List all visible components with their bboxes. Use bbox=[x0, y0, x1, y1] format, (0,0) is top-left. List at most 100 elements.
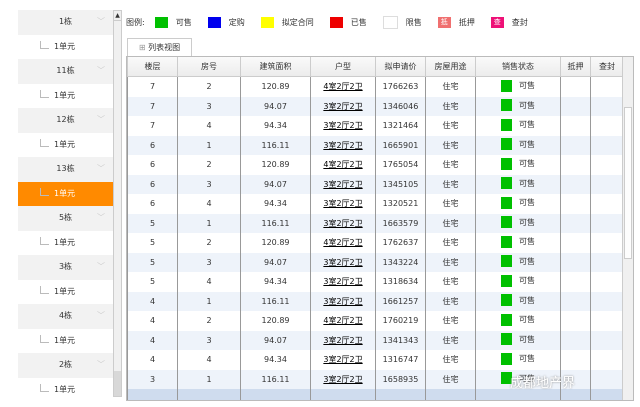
column-header[interactable]: 销售状态 bbox=[475, 57, 561, 77]
cell bbox=[590, 389, 624, 400]
table-row[interactable]: 4 2 120.89 4室2厅2卫 1760219 住宅 可售 bbox=[127, 311, 624, 331]
table-row[interactable]: 5 4 94.34 3室2厅2卫 1318634 住宅 可售 bbox=[127, 272, 624, 292]
layout-link[interactable]: 3室2厅2卫 bbox=[310, 135, 376, 155]
layout-link[interactable]: 3室2厅2卫 bbox=[310, 330, 376, 350]
unit-item[interactable]: 1单元 bbox=[18, 35, 113, 60]
item-label: 13栋 bbox=[56, 164, 75, 173]
column-header[interactable]: 查封 bbox=[590, 57, 624, 77]
column-header[interactable]: 房号 bbox=[177, 57, 241, 77]
table-row[interactable]: 4 3 94.07 3室2厅2卫 1341343 住宅 可售 bbox=[127, 330, 624, 350]
layout-link[interactable]: 3室2厅2卫 bbox=[310, 369, 376, 389]
legend-label: 查封 bbox=[511, 18, 528, 27]
building-item[interactable]: 4栋 ﹀ bbox=[18, 304, 113, 329]
table-row[interactable]: 7 3 94.07 3室2厅2卫 1346046 住宅 可售 bbox=[127, 96, 624, 116]
layout-link[interactable]: 4室2厅2卫 bbox=[310, 311, 376, 331]
cell: 住宅 bbox=[425, 76, 476, 97]
table-row[interactable]: 4 1 116.11 3室2厅2卫 1661257 住宅 可售 bbox=[127, 291, 624, 311]
unit-item[interactable]: 1单元 bbox=[18, 231, 113, 256]
cell: 1316747 bbox=[375, 350, 426, 370]
cell bbox=[425, 389, 476, 400]
cell: 1665901 bbox=[375, 135, 426, 155]
cell bbox=[560, 174, 591, 194]
status-available-icon bbox=[501, 157, 512, 170]
scroll-thumb[interactable] bbox=[624, 107, 632, 259]
table-row[interactable]: 7 4 94.34 3室2厅2卫 1321464 住宅 可售 bbox=[127, 116, 624, 136]
cell: 4 bbox=[177, 116, 241, 136]
item-label: 1栋 bbox=[58, 17, 73, 26]
layout-link[interactable]: 3室2厅2卫 bbox=[310, 116, 376, 136]
table-row[interactable]: 5 2 120.89 4室2厅2卫 1762637 住宅 可售 bbox=[127, 233, 624, 253]
layout-link[interactable]: 3室2厅2卫 bbox=[310, 174, 376, 194]
column-header[interactable]: 户型 bbox=[310, 57, 376, 77]
layout-link[interactable]: 3室2厅2卫 bbox=[310, 252, 376, 272]
layout-link[interactable]: 3室2厅2卫 bbox=[310, 194, 376, 214]
status-cell: 可售 bbox=[475, 272, 561, 292]
status-available-icon bbox=[501, 235, 512, 248]
layout-link[interactable]: 4室2厅2卫 bbox=[310, 76, 376, 97]
chevron-down-icon[interactable]: ﹀ bbox=[97, 59, 105, 84]
chevron-down-icon[interactable]: ﹀ bbox=[97, 108, 105, 133]
layout-link[interactable]: 3室2厅2卫 bbox=[310, 350, 376, 370]
unit-item[interactable]: 1单元 bbox=[18, 181, 113, 206]
building-item[interactable]: 2栋 ﹀ bbox=[18, 353, 113, 378]
chevron-down-icon[interactable]: ﹀ bbox=[97, 353, 105, 378]
table-row[interactable]: 5 3 94.07 3室2厅2卫 1343224 住宅 可售 bbox=[127, 252, 624, 272]
column-header[interactable]: 楼层 bbox=[127, 57, 178, 77]
column-header[interactable]: 建筑面积 bbox=[240, 57, 311, 77]
layout-link[interactable]: 4室2厅2卫 bbox=[310, 155, 376, 175]
layout-link[interactable]: 3室2厅2卫 bbox=[310, 291, 376, 311]
cell: 5 bbox=[127, 272, 178, 292]
table-row[interactable]: 6 4 94.34 3室2厅2卫 1320521 住宅 可售 bbox=[127, 194, 624, 214]
building-item[interactable]: 1栋 ﹀ bbox=[18, 10, 113, 35]
cell: 4 bbox=[127, 311, 178, 331]
building-item[interactable]: 13栋 ﹀ bbox=[18, 157, 113, 182]
chevron-down-icon[interactable]: ﹀ bbox=[97, 304, 105, 329]
unit-item[interactable]: 1单元 bbox=[18, 133, 113, 158]
layout-link[interactable]: 4室2厅2卫 bbox=[310, 233, 376, 253]
chevron-down-icon[interactable]: ﹀ bbox=[97, 255, 105, 280]
cell: 住宅 bbox=[425, 194, 476, 214]
status-available-icon bbox=[501, 274, 512, 287]
table-row[interactable]: 6 1 116.11 3室2厅2卫 1665901 住宅 可售 bbox=[127, 135, 624, 155]
item-label: 1单元 bbox=[54, 335, 76, 345]
column-header[interactable]: 房屋用途 bbox=[425, 57, 476, 77]
building-item[interactable]: 5栋 ﹀ bbox=[18, 206, 113, 231]
column-header[interactable]: 抵押 bbox=[560, 57, 591, 77]
unit-item[interactable]: 1单元 bbox=[18, 280, 113, 305]
table-row[interactable]: 4 4 94.34 3室2厅2卫 1316747 住宅 可售 bbox=[127, 350, 624, 370]
building-item[interactable]: 12栋 ﹀ bbox=[18, 108, 113, 133]
unit-item[interactable]: 1单元 bbox=[18, 84, 113, 109]
table-row[interactable]: 6 3 94.07 3室2厅2卫 1345105 住宅 可售 bbox=[127, 174, 624, 194]
column-header[interactable]: 拟申请价 bbox=[375, 57, 426, 77]
table-row[interactable]: 6 2 120.89 4室2厅2卫 1765054 住宅 可售 bbox=[127, 155, 624, 175]
table-scrollbar[interactable] bbox=[622, 57, 633, 400]
cell: 住宅 bbox=[425, 155, 476, 175]
status-label: 可售 bbox=[519, 256, 535, 266]
cell: 住宅 bbox=[425, 272, 476, 292]
building-item[interactable]: 3栋 ﹀ bbox=[18, 255, 113, 280]
table-row[interactable]: 5 1 116.11 3室2厅2卫 1663579 住宅 可售 bbox=[127, 213, 624, 233]
cell bbox=[240, 389, 311, 400]
unit-item[interactable]: 1单元 bbox=[18, 329, 113, 354]
cell bbox=[560, 213, 591, 233]
unit-item[interactable]: 1单元 bbox=[18, 378, 113, 403]
cell: 94.07 bbox=[240, 252, 311, 272]
layout-link[interactable]: 3室2厅2卫 bbox=[310, 213, 376, 233]
status-cell: 可售 bbox=[475, 252, 561, 272]
cell: 120.89 bbox=[240, 155, 311, 175]
cell: 2 bbox=[177, 76, 241, 97]
cell: 5 bbox=[127, 233, 178, 253]
status-available-icon bbox=[501, 177, 512, 190]
chevron-down-icon[interactable]: ﹀ bbox=[97, 157, 105, 182]
cell bbox=[590, 369, 624, 389]
layout-link[interactable]: 3室2厅2卫 bbox=[310, 272, 376, 292]
scroll-up-icon[interactable]: ▲ bbox=[114, 11, 121, 21]
sidebar-scrollbar[interactable]: ▲ bbox=[113, 10, 122, 397]
chevron-down-icon[interactable]: ﹀ bbox=[97, 10, 105, 35]
table-row[interactable]: 7 2 120.89 4室2厅2卫 1766263 住宅 可售 bbox=[127, 76, 624, 97]
scroll-thumb[interactable] bbox=[114, 371, 121, 396]
building-item[interactable]: 11栋 ﹀ bbox=[18, 59, 113, 84]
layout-link[interactable]: 3室2厅2卫 bbox=[310, 96, 376, 116]
chevron-down-icon[interactable]: ﹀ bbox=[97, 206, 105, 231]
tab-list-view[interactable]: ⊞ 列表视图 bbox=[127, 38, 192, 57]
